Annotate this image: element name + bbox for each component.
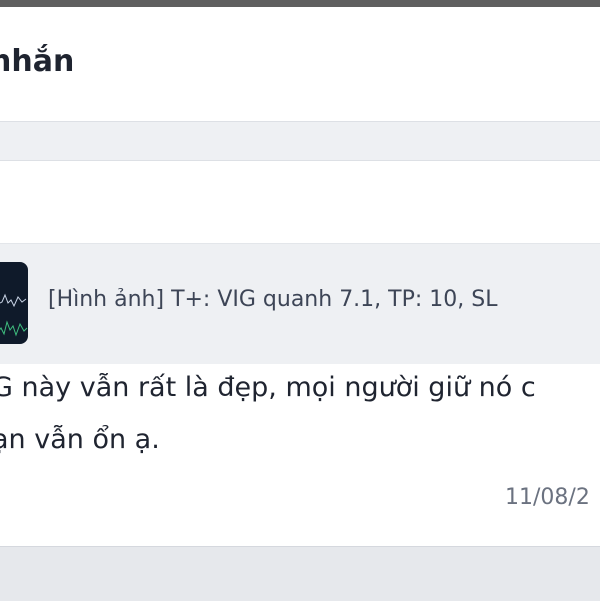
mini-chart-icon — [0, 293, 28, 337]
bottom-divider — [0, 546, 600, 601]
section-divider — [0, 121, 600, 161]
window-top-bar — [0, 0, 600, 7]
message-text-line-1: G này vẫn rất là đẹp, mọi người giữ nó c — [0, 372, 536, 403]
message-timestamp: 11/08/2 — [505, 485, 590, 510]
message-text-line-2: ạn vẫn ổn ạ. — [0, 424, 160, 455]
chart-thumbnail-image[interactable] — [0, 262, 28, 344]
page-title: nhắn — [0, 44, 75, 79]
quoted-message-text: [Hình ảnh] T+: VIG quanh 7.1, TP: 10, SL — [48, 287, 498, 312]
